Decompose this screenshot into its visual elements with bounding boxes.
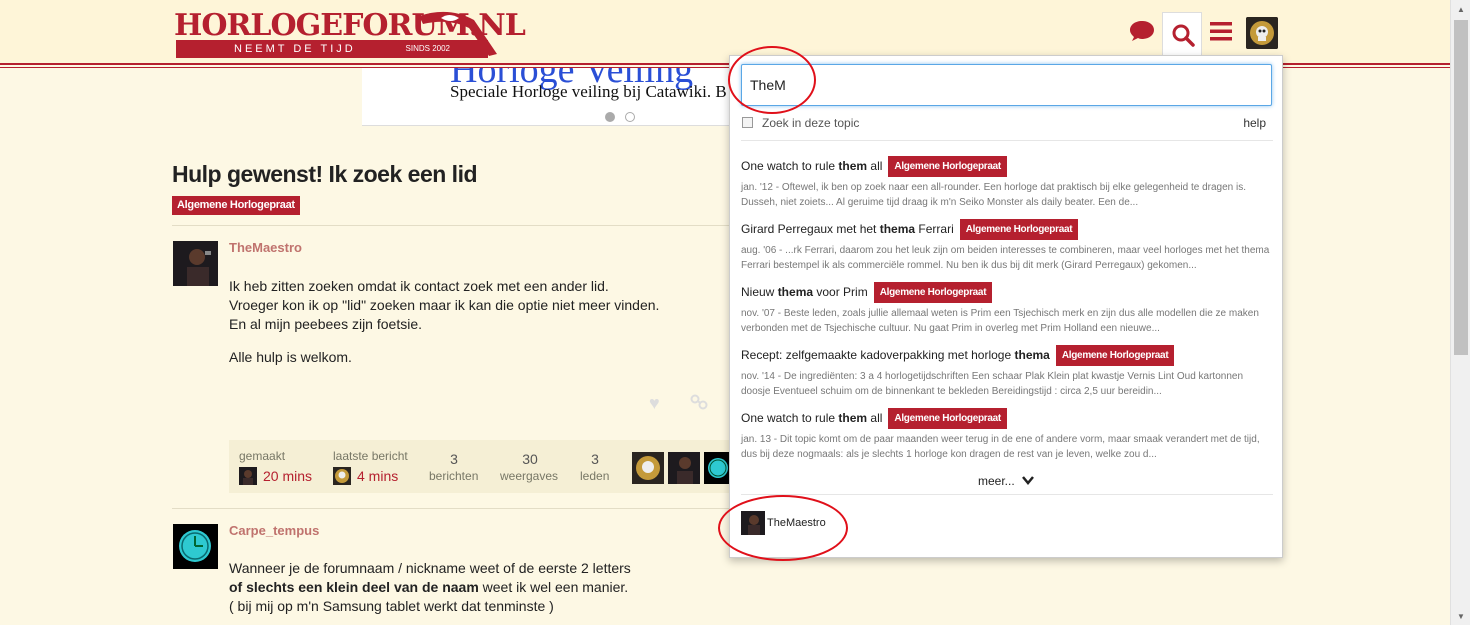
vertical-scrollbar[interactable]: ▲ ▼ (1450, 0, 1470, 625)
result-title[interactable]: Nieuw thema voor Prim Algemene Horlogepr… (741, 281, 1271, 303)
result-title[interactable]: One watch to rule them all Algemene Horl… (741, 407, 1271, 429)
logo-tagline-bar: NEEMT DE TIJD SINDS 2002 (176, 40, 488, 58)
result-title[interactable]: Girard Perregaux met het thema Ferrari A… (741, 218, 1271, 240)
created-label: gemaakt (239, 449, 286, 463)
participant-avatar[interactable] (632, 452, 664, 484)
scroll-down-icon[interactable]: ▼ (1457, 612, 1465, 621)
post-line: ( bij mij op m'n Samsung tablet werkt da… (229, 598, 554, 614)
search-in-topic-checkbox[interactable] (742, 117, 753, 128)
search-input[interactable] (741, 64, 1272, 106)
scroll-up-icon[interactable]: ▲ (1457, 5, 1465, 14)
result-category-badge[interactable]: Algemene Horlogepraat (888, 407, 1007, 429)
search-in-topic-label[interactable]: Zoek in deze topic (762, 116, 859, 130)
post-line: Ik heb zitten zoeken omdat ik contact zo… (229, 278, 609, 294)
result-blurb: jan. '12 - Oftewel, ik ben op zoek naar … (741, 182, 1247, 208)
last-post-time[interactable]: 4 mins (357, 468, 398, 484)
result-category-badge[interactable]: Algemene Horlogepraat (959, 218, 1079, 240)
search-help-link[interactable]: help (1243, 116, 1266, 130)
result-title[interactable]: Recept: zelfgemaakte kadoverpakking met … (741, 344, 1271, 366)
logo-tagline: NEEMT DE TIJD (234, 43, 356, 55)
posts-count: 3 (450, 451, 458, 467)
search-result[interactable]: Girard Perregaux met het thema Ferrari A… (741, 218, 1271, 273)
result-blurb: nov. '14 - De ingrediënten: 3 a 4 horlog… (741, 371, 1244, 397)
search-result[interactable]: Nieuw thema voor Prim Algemene Horlogepr… (741, 281, 1271, 336)
search-result[interactable]: Recept: zelfgemaakte kadoverpakking met … (741, 344, 1271, 399)
posts-label: berichten (429, 469, 479, 483)
topic-title: Hulp gewenst! Ik zoek een lid (172, 161, 478, 187)
result-category-badge[interactable]: Algemene Horlogepraat (1055, 344, 1175, 366)
banner-subtitle: Speciale Horloge veiling bij Catawiki. B (450, 82, 727, 101)
annotation-circle (718, 495, 848, 561)
created-time[interactable]: 20 mins (263, 468, 312, 484)
post-divider (172, 508, 732, 509)
post-username[interactable]: Carpe_tempus (229, 523, 319, 538)
post-body: Wanneer je de forumnaam / nickname weet … (229, 559, 709, 616)
post-avatar[interactable] (173, 524, 218, 569)
search-result[interactable]: One watch to rule them all Algemene Horl… (741, 155, 1271, 210)
annotation-circle (728, 46, 816, 114)
chevron-down-icon (1022, 476, 1034, 485)
views-count: 30 (522, 451, 538, 467)
result-blurb: jan. 13 - Dit topic komt om de paar maan… (741, 434, 1260, 460)
like-icon[interactable]: ♥ (649, 393, 660, 414)
search-separator (741, 494, 1273, 495)
views-label: weergaves (500, 469, 559, 483)
post-avatar[interactable] (173, 241, 218, 286)
result-blurb: nov. '07 - Beste leden, zoals jullie all… (741, 308, 1259, 334)
site-logo[interactable]: HORLOGEFORUM.NL NEEMT DE TIJD SINDS 2002 (174, 8, 526, 60)
post-line: En al mijn peebees zijn foetsie. (229, 316, 422, 332)
link-icon[interactable] (690, 393, 708, 416)
result-category-badge[interactable]: Algemene Horlogepraat (873, 281, 993, 303)
scrollbar-thumb[interactable] (1454, 20, 1468, 355)
last-poster-avatar[interactable] (333, 467, 351, 485)
chat-icon[interactable] (1127, 16, 1157, 46)
post-line: Alle hulp is welkom. (229, 349, 352, 365)
search-separator (741, 140, 1273, 141)
participant-avatar[interactable] (668, 452, 700, 484)
post-bold-text: of slechts een klein deel van de naam (229, 579, 479, 595)
result-title[interactable]: One watch to rule them all Algemene Horl… (741, 155, 1271, 177)
category-label: Algemene Horlogepraat (172, 196, 300, 215)
post-line: Wanneer je de forumnaam / nickname weet … (229, 560, 631, 576)
logo-since: SINDS 2002 (405, 44, 450, 53)
post-line: Vroeger kon ik op "lid" zoeken maar ik k… (229, 297, 660, 313)
last-post-label: laatste bericht (333, 449, 408, 463)
post-username[interactable]: TheMaestro (229, 240, 302, 255)
search-toggle-button[interactable] (1162, 12, 1202, 56)
search-icon (1172, 24, 1195, 47)
post-text: weet ik wel een manier. (478, 579, 629, 595)
current-user-avatar[interactable] (1246, 17, 1278, 49)
members-label: leden (580, 469, 610, 483)
carousel-dot-active[interactable] (605, 112, 615, 122)
result-blurb: aug. '06 - ...rk Ferrari, daarom zou het… (741, 245, 1270, 271)
topic-category-badge[interactable]: Algemene Horlogepraat (172, 195, 300, 215)
search-dropdown: Zoek in deze topic help One watch to rul… (729, 55, 1283, 558)
ad-banner[interactable]: Horloge Veiling Speciale Horloge veiling… (362, 68, 742, 126)
participant-avatar[interactable] (704, 452, 730, 484)
post-divider (172, 225, 742, 226)
result-category-badge[interactable]: Algemene Horlogepraat (888, 155, 1007, 177)
post-line: of slechts een klein deel van de naam we… (229, 578, 709, 597)
more-results-link[interactable]: meer... (978, 474, 1034, 488)
more-label: meer... (978, 474, 1015, 488)
search-result[interactable]: One watch to rule them all Algemene Horl… (741, 407, 1271, 462)
hamburger-menu-icon[interactable] (1206, 16, 1236, 46)
post-body: Ik heb zitten zoeken omdat ik contact zo… (229, 277, 709, 367)
members-count: 3 (591, 451, 599, 467)
creator-avatar[interactable] (239, 467, 257, 485)
carousel-dot[interactable] (625, 112, 635, 122)
